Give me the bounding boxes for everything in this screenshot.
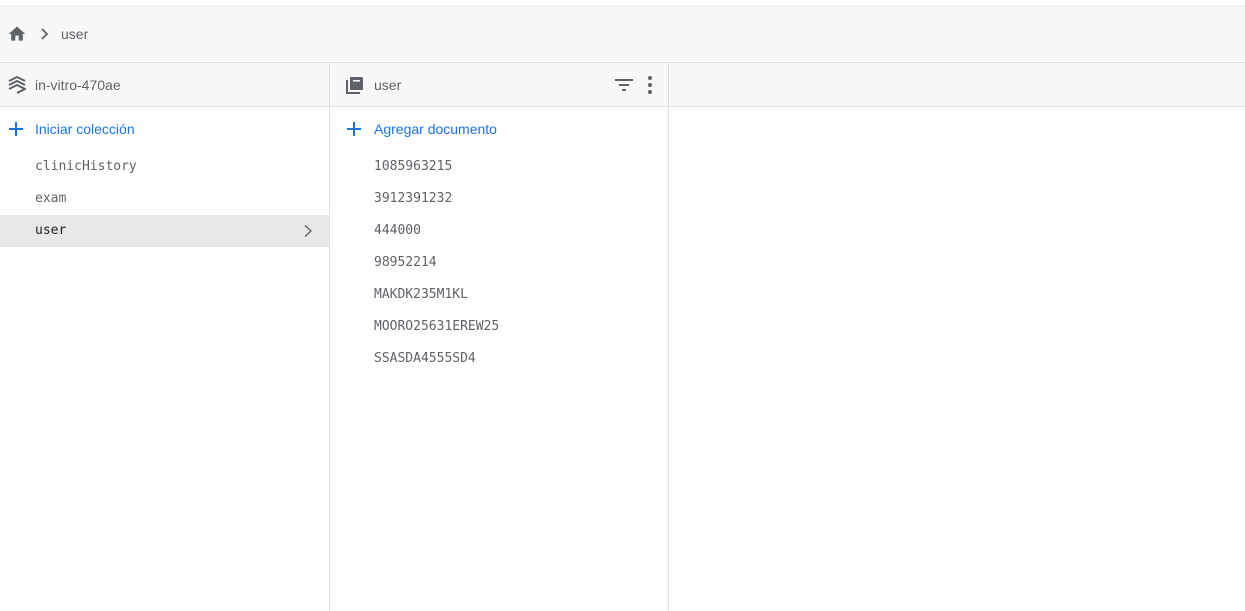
firestore-data-viewer: user in-vitro-470ae Iniciar colección cl… xyxy=(0,0,1245,611)
document-item[interactable]: SSASDA4555SD4 xyxy=(330,343,668,375)
document-id: MAKDK235M1KL xyxy=(374,287,468,302)
document-id: 3912391232 xyxy=(374,191,453,206)
collection-item-user[interactable]: user xyxy=(0,215,329,247)
add-document-label: Agregar documento xyxy=(374,121,497,137)
more-vert-icon[interactable] xyxy=(646,74,654,96)
collection-item-exam[interactable]: exam xyxy=(0,183,329,215)
collection-label: clinicHistory xyxy=(35,159,137,174)
collection-name: user xyxy=(374,77,402,93)
document-list: 1085963215 3912391232 444000 98952214 MA… xyxy=(330,151,668,375)
breadcrumb-item-user[interactable]: user xyxy=(61,26,88,42)
add-document-button[interactable]: Agregar documento xyxy=(330,107,668,151)
document-item[interactable]: 444000 xyxy=(330,215,668,247)
document-item[interactable]: MAKDK235M1KL xyxy=(330,279,668,311)
firestore-project-icon xyxy=(8,76,26,94)
plus-icon xyxy=(347,122,361,136)
project-header: in-vitro-470ae xyxy=(0,63,329,107)
project-name: in-vitro-470ae xyxy=(35,77,121,93)
document-header xyxy=(669,63,1245,107)
document-item[interactable]: 3912391232 xyxy=(330,183,668,215)
chevron-right-icon xyxy=(304,224,313,238)
top-strip xyxy=(0,0,1245,7)
document-id: MOORO25631EREW25 xyxy=(374,319,500,334)
collection-item-clinichistory[interactable]: clinicHistory xyxy=(0,151,329,183)
start-collection-label: Iniciar colección xyxy=(35,121,135,137)
collection-label: user xyxy=(35,223,67,238)
document-id: 1085963215 xyxy=(374,159,453,174)
panels: in-vitro-470ae Iniciar colección clinicH… xyxy=(0,63,1245,611)
document-id: 444000 xyxy=(374,223,421,238)
collection-panel: user Agregar documento 1085963215 391239… xyxy=(330,63,669,611)
collection-header: user xyxy=(330,63,668,107)
plus-icon xyxy=(9,122,23,136)
breadcrumb: user xyxy=(0,7,1245,63)
filter-icon[interactable] xyxy=(614,76,634,94)
document-item[interactable]: MOORO25631EREW25 xyxy=(330,311,668,343)
home-icon[interactable] xyxy=(7,24,27,44)
project-panel: in-vitro-470ae Iniciar colección clinicH… xyxy=(0,63,330,611)
document-id: SSASDA4555SD4 xyxy=(374,351,476,366)
document-panel xyxy=(669,63,1245,611)
document-item[interactable]: 1085963215 xyxy=(330,151,668,183)
chevron-right-icon xyxy=(41,28,49,40)
document-item[interactable]: 98952214 xyxy=(330,247,668,279)
collection-icon xyxy=(346,77,363,94)
collection-list: clinicHistory exam user xyxy=(0,151,329,247)
start-collection-button[interactable]: Iniciar colección xyxy=(0,107,329,151)
document-id: 98952214 xyxy=(374,255,437,270)
collection-label: exam xyxy=(35,191,67,206)
